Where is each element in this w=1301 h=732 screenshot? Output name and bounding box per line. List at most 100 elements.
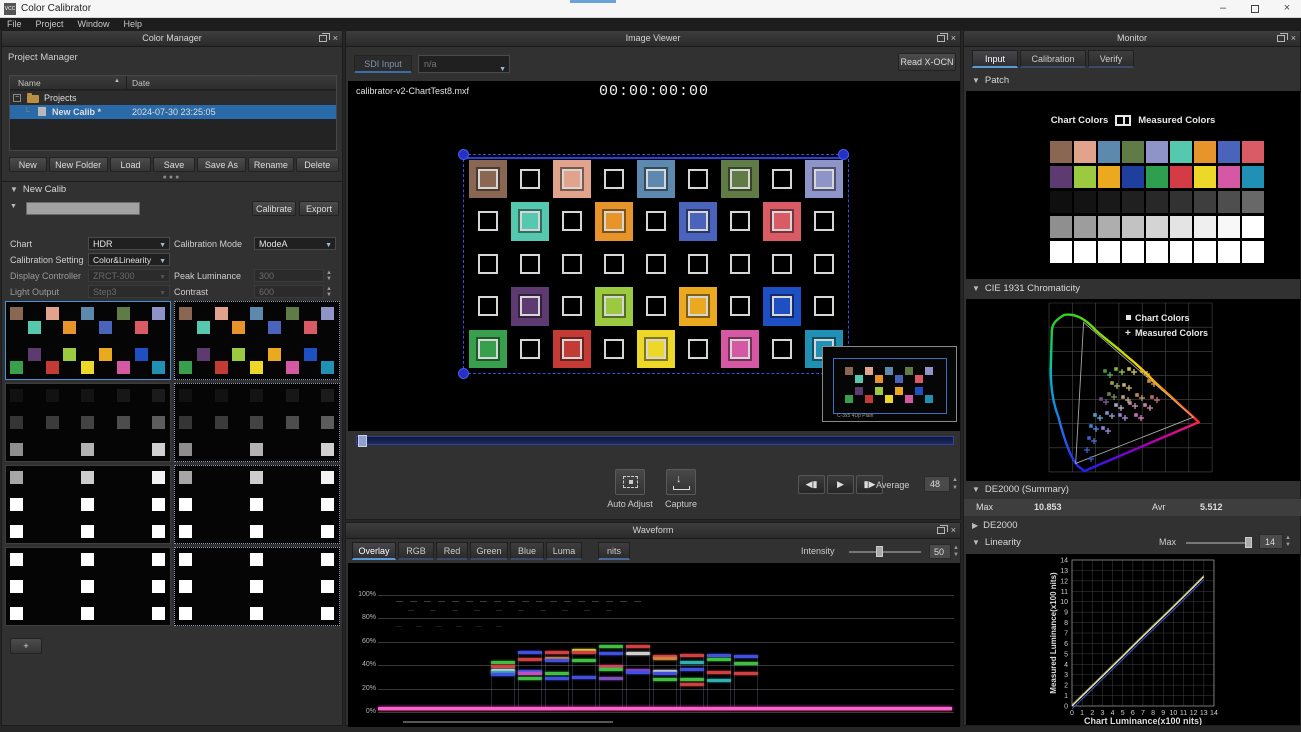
add-chart-button[interactable]: + [10,638,42,654]
export-button[interactable]: Export [299,201,339,216]
col-name[interactable]: Name [18,78,41,88]
linearity-max-slider-handle[interactable] [1245,537,1252,548]
tab-calibration[interactable]: Calibration [1020,50,1086,68]
chart-thumbnail[interactable] [5,547,171,626]
selection-handle-tr[interactable] [838,149,849,160]
new-calib-section-header[interactable]: ▼New Calib [10,184,66,195]
capture-button[interactable]: ↓ [666,469,696,495]
delete-button[interactable]: Delete [296,157,339,172]
table-row-new-calib[interactable]: └ New Calib * 2024-07-30 23:25:05 [10,105,336,119]
expander-icon[interactable]: − [13,94,21,102]
tab-overlay[interactable]: Overlay [352,542,396,560]
table-row-projects[interactable]: − Projects [10,91,336,105]
new-folder-button[interactable]: New Folder [49,157,108,172]
viewer-canvas[interactable]: calibrator-v2-ChartTest8.mxf 00:00:00:00… [348,81,960,431]
step-back-button[interactable]: ◀▮ [798,475,825,494]
expand-arrow-icon: ▶ [972,521,978,530]
close-icon[interactable]: × [1291,34,1296,43]
chart-thumbnail[interactable] [5,383,171,462]
linearity-section-header[interactable]: ▼Linearity [972,537,1021,548]
tab-rgb[interactable]: RGB [398,542,434,560]
save-as-button[interactable]: Save As [197,157,246,172]
intensity-slider[interactable] [849,551,921,553]
chart-thumbnail[interactable] [174,465,340,544]
selection-rect[interactable] [463,154,849,374]
new-button[interactable]: New [9,157,47,172]
waveform-tick-label: 80% [350,614,376,621]
waveform-noise-dash [578,601,585,602]
window-close-icon[interactable]: × [1274,2,1300,16]
menu-window[interactable]: Window [71,19,117,29]
tab-input[interactable]: Input [972,50,1018,68]
patch-section-header[interactable]: ▼Patch [972,75,1009,86]
col-date[interactable]: Date [132,78,150,88]
rename-button[interactable]: Rename [248,157,293,172]
average-spinner[interactable]: 48▲▼ [924,476,950,492]
calibration-setting-select[interactable]: Color&Linearity▼ [88,253,170,266]
chart-thumbnail[interactable] [5,301,171,380]
maximize-icon[interactable] [1242,2,1268,16]
intensity-slider-handle[interactable] [876,546,883,557]
tab-green[interactable]: Green [470,542,508,560]
float-icon[interactable] [1277,35,1285,42]
de2000-summary-header[interactable]: ▼DE2000 (Summary) [972,484,1069,495]
sdi-input-button[interactable]: SDI Input [354,55,412,73]
float-icon[interactable] [319,35,327,42]
splitter-handle[interactable]: ●●● [2,174,342,181]
linearity-max-spinner[interactable]: 14▲▼ [1259,534,1283,549]
waveform-noise-dash [452,610,458,611]
tab-blue[interactable]: Blue [510,542,544,560]
menu-file[interactable]: File [0,19,29,29]
close-icon[interactable]: × [951,526,956,535]
chart-select[interactable]: HDR▼ [88,237,170,250]
calib-name-input[interactable] [26,202,140,215]
float-icon[interactable] [937,527,945,534]
timeline-handle[interactable] [358,435,367,447]
menu-help[interactable]: Help [117,19,150,29]
calibration-mode-select[interactable]: ModeA▼ [254,237,336,250]
close-icon[interactable]: × [333,34,338,43]
chart-thumbnail[interactable] [174,301,340,380]
intensity-spinner[interactable]: 50▲▼ [929,544,951,559]
selection-handle-tl[interactable] [458,149,469,160]
sdi-source-select[interactable]: n/a▼ [418,55,510,73]
tab-verify[interactable]: Verify [1088,50,1134,68]
menu-project[interactable]: Project [29,19,71,29]
thumb-swatch [250,307,263,320]
thumb-swatch [28,321,41,334]
tab-red[interactable]: Red [436,542,468,560]
timeline-slider[interactable] [356,436,954,445]
waveform-noise-dash [436,626,442,627]
project-table-header[interactable]: Name ▲ Date [10,76,336,90]
read-xocn-button[interactable]: Read X-OCN [898,53,956,71]
chart-thumbnail[interactable] [174,383,340,462]
linearity-max-slider[interactable] [1186,542,1248,544]
play-button[interactable]: ▶ [827,475,854,494]
chart-thumbnail[interactable] [5,465,171,544]
float-icon[interactable] [937,35,945,42]
selection-handle-bl[interactable] [458,368,469,379]
spinner-up-icon: ▲ [1283,535,1293,541]
linearity-line-main [1072,577,1204,706]
thumb-swatch [81,443,94,456]
chart-thumbnail[interactable] [174,547,340,626]
waveform-edge [518,651,519,707]
image-viewer-panel: Image Viewer × SDI Input n/a▼ Read X-OCN… [345,30,961,520]
calib-dropdown-arrow-icon[interactable]: ▼ [10,203,17,210]
minimize-icon[interactable]: – [1210,2,1236,16]
sort-asc-icon[interactable]: ▲ [114,78,120,84]
auto-adjust-button[interactable] [615,469,645,495]
close-icon[interactable]: × [951,34,956,43]
calibrate-button[interactable]: Calibrate [252,201,296,216]
waveform-noise-dash [452,601,459,602]
chart-field-label: Chart [10,239,32,249]
patch-legend: Chart Colors Measured Colors [966,115,1300,126]
cie-section-header[interactable]: ▼CIE 1931 Chromaticity [972,283,1080,294]
nits-toggle[interactable]: nits [598,542,630,560]
save-button[interactable]: Save [153,157,194,172]
de2000-section-header[interactable]: ▶DE2000 [972,520,1018,531]
thumb-swatch [99,321,112,334]
tab-luma[interactable]: Luma [546,542,582,560]
load-button[interactable]: Load [110,157,151,172]
svg-text:6: 6 [1064,641,1068,648]
